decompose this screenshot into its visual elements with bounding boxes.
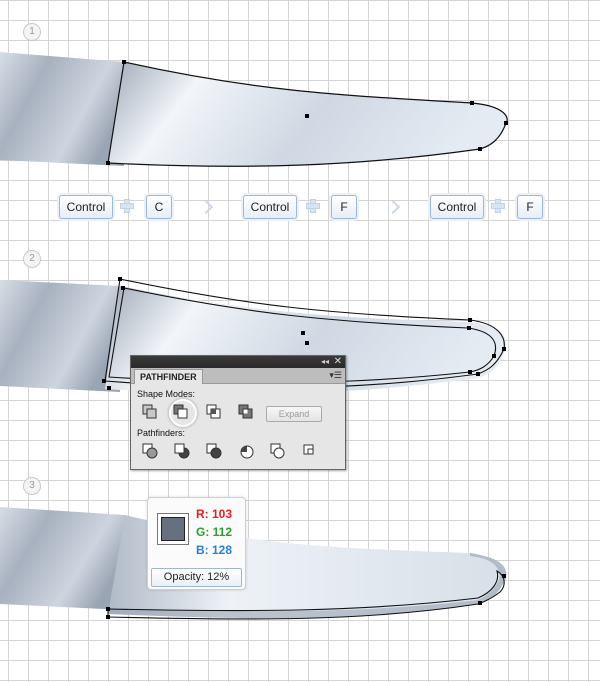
step-1-blade (0, 52, 508, 167)
expand-button[interactable]: Expand (266, 406, 322, 422)
panel-titlebar[interactable]: ◂◂ ✕ (131, 356, 345, 368)
green-value: G: 112 (196, 525, 233, 539)
control-key-1: Control (59, 195, 113, 219)
f-key-1: F (331, 195, 357, 219)
plus-icon (120, 199, 134, 213)
trim-icon[interactable] (174, 443, 190, 459)
exclude-icon[interactable] (238, 404, 254, 420)
panel-tabbar: PATHFINDER ▾☰ (131, 368, 345, 384)
unite-icon[interactable] (142, 404, 158, 420)
minus-back-icon[interactable] (302, 443, 318, 459)
pathfinder-panel: ◂◂ ✕ PATHFINDER ▾☰ Shape Modes: Expand P… (130, 355, 346, 470)
fill-swatch-color (161, 517, 185, 541)
outline-icon[interactable] (270, 443, 286, 459)
opacity-field[interactable]: Opacity: 12% (151, 568, 242, 587)
intersect-icon[interactable] (206, 404, 222, 420)
plus-icon (306, 199, 320, 213)
blade-artwork (0, 52, 508, 620)
control-key-2: Control (243, 195, 297, 219)
minus-front-icon[interactable] (173, 404, 189, 420)
divide-icon[interactable] (142, 443, 158, 459)
red-value: R: 103 (196, 507, 233, 521)
plus-icon (491, 199, 505, 213)
collapse-panel-button[interactable]: ◂◂ (321, 356, 329, 368)
blue-value: B: 128 (196, 543, 233, 557)
close-panel-button[interactable]: ✕ (334, 356, 342, 368)
control-key-3: Control (430, 195, 484, 219)
f-key-2: F (517, 195, 543, 219)
c-key: C (146, 195, 172, 219)
panel-menu-icon[interactable]: ▾☰ (329, 370, 342, 380)
fill-color-popup: R: 103 G: 112 B: 128 Opacity: 12% (147, 497, 246, 590)
step-3-blade (0, 507, 507, 620)
merge-icon[interactable] (206, 443, 222, 459)
tab-pathfinder[interactable]: PATHFINDER (134, 369, 203, 384)
crop-icon[interactable] (238, 443, 254, 459)
fill-swatch[interactable] (157, 513, 189, 545)
shape-modes-label: Shape Modes: (137, 389, 196, 399)
pathfinders-label: Pathfinders: (137, 428, 186, 438)
